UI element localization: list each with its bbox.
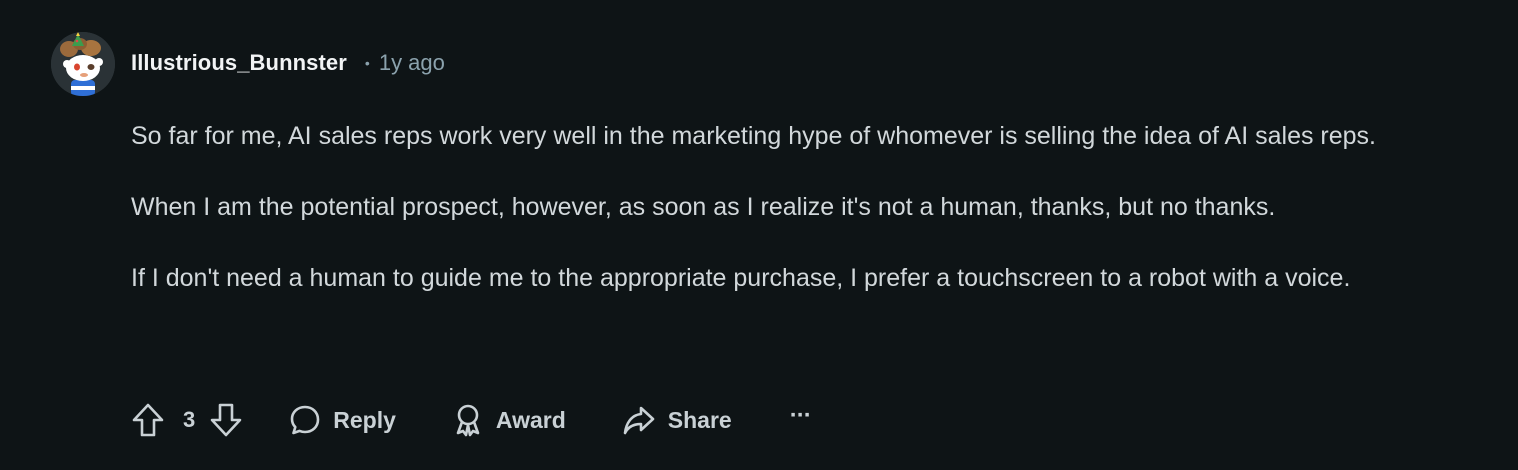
meta-separator: • xyxy=(364,55,370,71)
snoo-avatar-icon xyxy=(51,32,115,96)
upvote-button[interactable] xyxy=(131,402,165,438)
comment: Illustrious_Bunnster • 1y ago So far for… xyxy=(0,0,1518,470)
share-arrow-icon xyxy=(623,406,655,435)
comment-header: Illustrious_Bunnster • 1y ago xyxy=(131,46,445,80)
award-label: Award xyxy=(495,406,566,433)
vote-score: 3 xyxy=(183,407,196,432)
comment-paragraph: So far for me, AI sales reps work very w… xyxy=(131,122,1377,150)
ellipsis-icon: ··· xyxy=(789,402,812,429)
vote-group: 3 xyxy=(131,402,243,438)
downvote-button[interactable] xyxy=(209,402,243,438)
speech-bubble-icon xyxy=(290,405,320,435)
share-button[interactable]: Share xyxy=(622,405,732,435)
comment-body: So far for me, AI sales reps work very w… xyxy=(131,116,1491,329)
username[interactable]: Illustrious_Bunnster xyxy=(131,50,347,76)
share-label: Share xyxy=(667,406,732,433)
more-options-button[interactable]: ··· xyxy=(789,402,812,438)
reply-label: Reply xyxy=(333,406,396,433)
award-button[interactable]: Award xyxy=(452,403,566,437)
reply-button[interactable]: Reply xyxy=(289,404,396,436)
award-icon xyxy=(456,404,480,437)
downvote-icon xyxy=(210,403,242,437)
comment-actions: 3 Reply Award Share ··· xyxy=(131,398,812,442)
comment-paragraph: When I am the potential prospect, howeve… xyxy=(131,193,1276,221)
upvote-icon xyxy=(132,403,164,437)
comment-paragraph: If I don't need a human to guide me to t… xyxy=(131,264,1351,292)
timestamp[interactable]: 1y ago xyxy=(379,50,445,76)
avatar[interactable] xyxy=(51,32,115,96)
